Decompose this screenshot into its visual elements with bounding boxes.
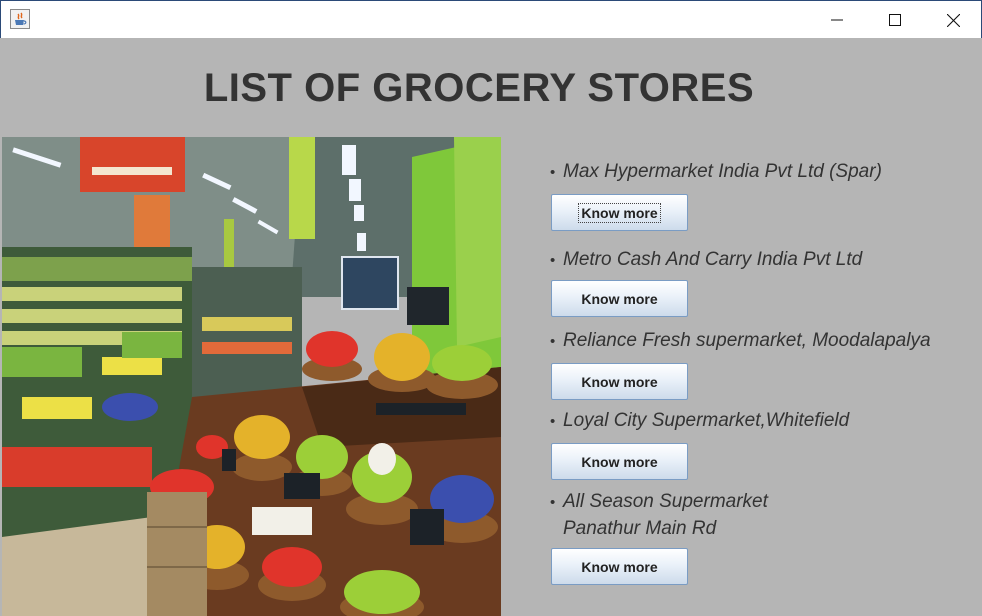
store-name: Loyal City Supermarket,Whitefield: [563, 410, 850, 431]
store-name: Metro Cash And Carry India Pvt Ltd: [563, 249, 863, 270]
grocery-store-photo: [2, 137, 501, 616]
know-more-label: Know more: [581, 373, 658, 390]
bullet: •: [550, 164, 556, 181]
maximize-icon: [889, 14, 901, 26]
store-name: Reliance Fresh supermarket, Moodalapalya: [563, 330, 931, 351]
store-item-4: • Loyal City Supermarket,Whitefield: [550, 408, 849, 435]
store-item-1: • Max Hypermarket India Pvt Ltd (Spar): [550, 159, 882, 186]
store-item-5: • All Season Supermarket Panathur Main Rd: [550, 489, 768, 542]
bullet: •: [550, 252, 556, 269]
bullet: •: [550, 494, 556, 511]
know-more-button-1[interactable]: Know more: [551, 194, 688, 231]
close-button[interactable]: [924, 1, 982, 39]
know-more-label: Know more: [578, 202, 661, 223]
store-name: All Season Supermarket: [563, 491, 768, 512]
store-item-3: • Reliance Fresh supermarket, Moodalapaly…: [550, 328, 931, 355]
know-more-button-2[interactable]: Know more: [551, 280, 688, 317]
main-panel: LIST OF GROCERY STORES • Max Hypermarket…: [0, 38, 982, 616]
know-more-label: Know more: [581, 558, 658, 575]
minimize-icon: [831, 19, 843, 21]
window-titlebar: [0, 0, 982, 38]
know-more-button-3[interactable]: Know more: [551, 363, 688, 400]
page-title: LIST OF GROCERY STORES: [203, 66, 755, 110]
store-name: Max Hypermarket India Pvt Ltd (Spar): [563, 161, 882, 182]
know-more-label: Know more: [581, 290, 658, 307]
store-name-line2: Panathur Main Rd: [563, 518, 717, 539]
java-app-icon[interactable]: [10, 9, 30, 29]
know-more-button-5[interactable]: Know more: [551, 548, 688, 585]
close-icon: [946, 13, 960, 27]
know-more-button-4[interactable]: Know more: [551, 443, 688, 480]
bullet: •: [550, 333, 556, 350]
store-item-2: • Metro Cash And Carry India Pvt Ltd: [550, 247, 862, 274]
know-more-label: Know more: [581, 453, 658, 470]
maximize-button[interactable]: [866, 1, 924, 39]
minimize-button[interactable]: [808, 1, 866, 39]
bullet: •: [550, 413, 556, 430]
